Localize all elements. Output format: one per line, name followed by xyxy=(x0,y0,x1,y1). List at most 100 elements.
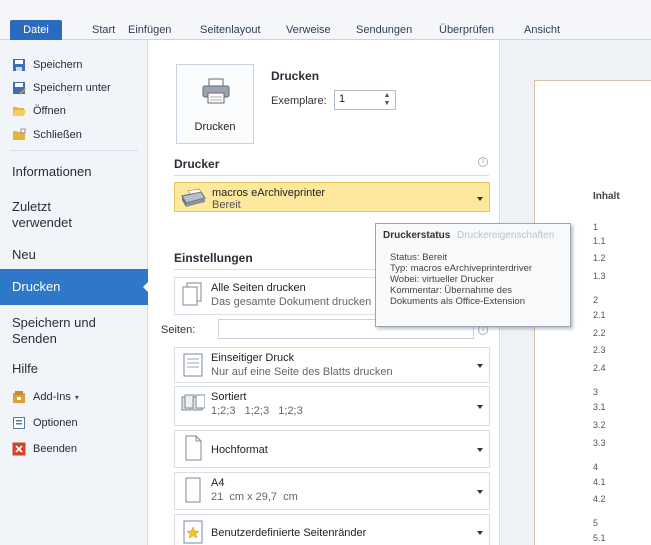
tab-review[interactable]: Überprüfen xyxy=(439,22,494,40)
tab-insert[interactable]: Einfügen xyxy=(128,22,171,40)
margins-dropdown[interactable]: Benutzerdefinierte Seitenränder xyxy=(174,514,490,545)
margins-label: Benutzerdefinierte Seitenränder xyxy=(211,527,367,539)
orientation-label: Hochformat xyxy=(211,444,268,456)
chevron-down-icon xyxy=(477,490,483,494)
toc-item: 5.1 xyxy=(593,533,606,543)
chevron-down-icon xyxy=(477,531,483,535)
toc-item: 2.4 xyxy=(593,363,606,373)
nav-save-as[interactable]: Speichern unter xyxy=(12,79,111,97)
paper-icon xyxy=(185,477,201,503)
toc-item: 5 xyxy=(593,518,599,528)
toc-item: 1.1 xyxy=(593,236,606,246)
collated-icon xyxy=(181,394,205,411)
printer-name: macros eArchiveprinter xyxy=(212,187,326,199)
settings-heading: Einstellungen xyxy=(174,251,253,265)
tooltip-line: Kommentar: Übernahme des xyxy=(390,285,512,296)
collate-desc: 1;2;3 1;2;3 1;2;3 xyxy=(211,405,303,417)
tab-view[interactable]: Ansicht xyxy=(524,22,560,40)
paper-size-dropdown[interactable]: A4 21 cm x 29,7 cm xyxy=(174,472,490,510)
nav-recent[interactable]: Zuletzt verwendet xyxy=(12,199,102,231)
nav-open-label: Öffnen xyxy=(33,105,66,117)
toc-item: 1.3 xyxy=(593,271,606,281)
nav-addins-label: Add-Ins xyxy=(33,391,71,403)
chevron-down-icon xyxy=(477,197,483,201)
tooltip-line: Dokuments als Office-Extension xyxy=(390,296,525,307)
options-icon xyxy=(13,417,25,429)
margins-icon xyxy=(183,520,203,544)
ribbon-tab-bar: Datei Start Einfügen Seitenlayout Verwei… xyxy=(0,0,651,40)
print-heading: Drucken xyxy=(271,69,320,83)
print-range-title: Alle Seiten drucken xyxy=(211,282,306,294)
printer-divider xyxy=(174,175,489,176)
pages-label: Seiten: xyxy=(161,324,196,336)
print-button-label: Drucken xyxy=(194,121,236,133)
nav-new[interactable]: Neu xyxy=(12,247,36,263)
printer-properties-link[interactable]: Druckereigenschaften xyxy=(457,230,554,241)
nav-exit-label: Beenden xyxy=(33,443,78,455)
nav-exit[interactable]: Beenden xyxy=(12,440,77,458)
paper-size-desc: 21 cm x 29,7 cm xyxy=(211,491,298,503)
printer-dropdown[interactable]: macros eArchiveprinter Bereit xyxy=(174,182,490,212)
pages-icon xyxy=(182,282,202,306)
chevron-down-icon xyxy=(477,364,483,368)
tab-references[interactable]: Verweise xyxy=(286,22,331,40)
nav-close[interactable]: Schließen xyxy=(12,126,82,144)
toc-item: 4.1 xyxy=(593,477,606,487)
tab-start[interactable]: Start xyxy=(92,22,115,40)
nav-open[interactable]: Öffnen xyxy=(12,102,66,120)
tooltip-line: Status: Bereit xyxy=(390,252,448,263)
save-as-icon xyxy=(13,82,26,95)
exit-icon xyxy=(12,442,26,456)
toc-item: 4 xyxy=(593,462,599,472)
collate-dropdown[interactable]: Sortiert 1;2;3 1;2;3 1;2;3 xyxy=(174,386,490,426)
copies-spinner[interactable]: ▲ ▼ xyxy=(380,92,394,108)
toc-item: 3.2 xyxy=(593,420,606,430)
printer-icon xyxy=(202,78,230,104)
copies-label: Exemplare: xyxy=(271,95,327,107)
nav-options[interactable]: Optionen xyxy=(12,414,78,432)
collate-title: Sortiert xyxy=(211,391,247,403)
toc-item: 2.3 xyxy=(593,345,606,355)
paper-size-title: A4 xyxy=(211,477,225,489)
nav-print[interactable]: Drucken xyxy=(0,269,149,305)
printer-status: Bereit xyxy=(212,199,241,211)
tab-page-layout[interactable]: Seitenlayout xyxy=(200,22,261,40)
tooltip-line: Wobei: virtueller Drucker xyxy=(390,274,494,285)
nav-info[interactable]: Informationen xyxy=(12,164,92,180)
toc-heading: Inhalt xyxy=(593,191,620,202)
nav-save-as-label: Speichern unter xyxy=(33,82,111,94)
addins-icon xyxy=(13,391,25,403)
orientation-dropdown[interactable]: Hochformat xyxy=(174,430,490,468)
chevron-down-icon xyxy=(477,448,483,452)
nav-options-label: Optionen xyxy=(33,417,78,429)
info-icon[interactable]: i xyxy=(478,157,488,167)
nav-addins[interactable]: Add-Ins ▾ xyxy=(12,388,79,406)
open-folder-icon xyxy=(13,107,26,116)
toc-item: 1 xyxy=(593,222,599,232)
sided-desc: Nur auf eine Seite des Blatts drucken xyxy=(211,366,393,378)
toc-item: 2.1 xyxy=(593,310,606,320)
portrait-icon xyxy=(185,435,202,461)
tab-mailings[interactable]: Sendungen xyxy=(356,22,412,40)
printer-device-icon xyxy=(181,188,206,207)
close-folder-icon xyxy=(13,128,26,140)
save-icon xyxy=(13,59,25,71)
printer-status-tooltip: Druckereigenschaften Druckerstatus Statu… xyxy=(375,223,571,327)
nav-save[interactable]: Speichern xyxy=(12,56,83,74)
nav-save-send[interactable]: Speichern und Senden xyxy=(12,315,122,347)
nav-save-label: Speichern xyxy=(33,59,83,71)
toc-item: 3.3 xyxy=(593,438,606,448)
sided-title: Einseitiger Druck xyxy=(211,352,295,364)
single-sided-icon xyxy=(183,353,203,377)
tab-file[interactable]: Datei xyxy=(10,20,62,40)
sided-dropdown[interactable]: Einseitiger Druck Nur auf eine Seite des… xyxy=(174,347,490,383)
tooltip-title: Druckerstatus xyxy=(383,230,451,241)
chevron-down-icon: ▾ xyxy=(74,392,79,402)
toc-item: 2 xyxy=(593,295,599,305)
chevron-down-icon xyxy=(477,405,483,409)
toc-item: 1.2 xyxy=(593,253,606,263)
toc-item: 3.1 xyxy=(593,402,606,412)
print-button[interactable]: Drucken xyxy=(176,64,254,144)
toc-item: 4.2 xyxy=(593,494,606,504)
nav-help[interactable]: Hilfe xyxy=(12,361,38,377)
